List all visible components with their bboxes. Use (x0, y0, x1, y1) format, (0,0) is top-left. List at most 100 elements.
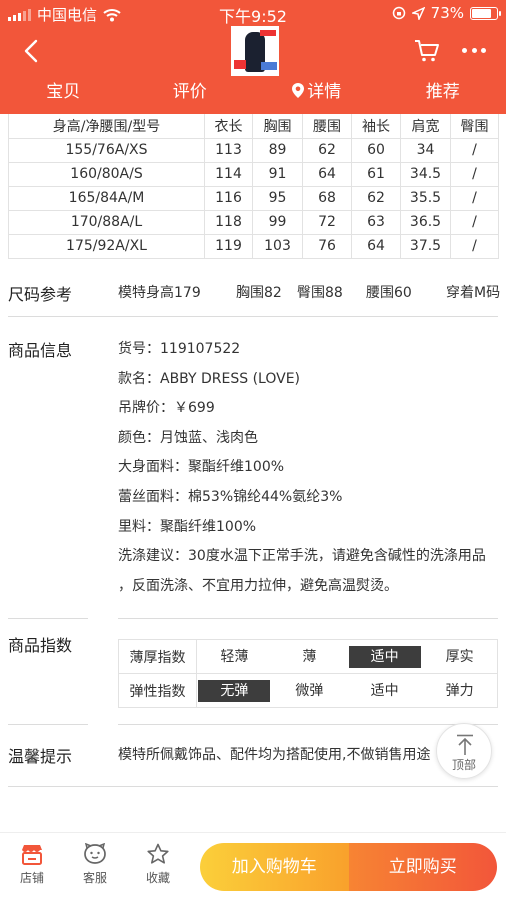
table-cell: / (450, 161, 499, 187)
table-cell: 62 (351, 185, 401, 211)
table-cell: / (450, 209, 499, 235)
table-cell: 119 (204, 233, 253, 259)
info-tag-price: 吊牌价：￥699 (118, 400, 215, 417)
table-row: 175/92A/XL 119 103 76 64 37.5 / (8, 233, 499, 259)
tab-bar: 宝贝 评价 详情 推荐 (0, 76, 506, 114)
index-option: 适中 (370, 682, 399, 699)
table-cell: 116 (204, 185, 253, 211)
table-cell: 34 (400, 137, 451, 163)
index-row-elasticity: 弹性指数 无弹 微弹 适中 弹力 (118, 673, 499, 708)
tab-review[interactable]: 评价 (127, 76, 254, 114)
product-index-table: 薄厚指数 轻薄 薄 适中 厚实 弹性指数 无弹 微弹 适中 弹力 (118, 639, 499, 708)
table-row: 170/88A/L 118 99 72 63 36.5 / (8, 209, 499, 235)
table-cell: 118 (204, 209, 253, 235)
bottom-bar: 店铺 客服 收藏 加入购物车 立即购买 (0, 832, 506, 900)
product-info-label: 商品信息 (8, 341, 73, 360)
table-cell: 89 (252, 137, 303, 163)
index-option-selected: 无弹 (198, 679, 271, 702)
table-cell: 35.5 (400, 185, 451, 211)
index-option: 弹力 (445, 682, 474, 699)
product-info: 货号：119107522 款名：ABBY DRESS (LOVE) 吊牌价：￥6… (118, 339, 498, 605)
index-option: 厚实 (445, 648, 474, 665)
table-cell: 37.5 (400, 233, 451, 259)
table-cell: 155/76A/XS (8, 137, 205, 163)
table-cell: 36.5 (400, 209, 451, 235)
model-hip: 臀围88 (297, 285, 343, 301)
back-to-top-label: 顶部 (451, 758, 476, 772)
table-cell: 165/84A/M (8, 185, 205, 211)
service-icon (84, 843, 106, 864)
table-cell: 175/92A/XL (8, 233, 205, 259)
tab-detail-label: 详情 (307, 82, 342, 102)
store-button[interactable]: 店铺 (7, 843, 57, 886)
size-table-header: 身高/净腰围/型号 衣长 胸围 腰围 袖长 肩宽 臀围 (8, 114, 499, 139)
battery-icon (470, 6, 501, 20)
model-bust: 胸围82 (236, 285, 282, 301)
size-table: 身高/净腰围/型号 衣长 胸围 腰围 袖长 肩宽 臀围 155/76A/XS 1… (8, 114, 499, 259)
favorite-label: 收藏 (145, 871, 170, 885)
header-cell: 臀围 (450, 114, 499, 139)
product-index-label: 商品指数 (8, 636, 73, 655)
tips-text: 模特所佩戴饰品、配件均为搭配使用,不做销售用途 (118, 747, 431, 763)
index-row-thickness: 薄厚指数 轻薄 薄 适中 厚实 (118, 639, 499, 674)
divider (8, 786, 498, 787)
nav-bar (0, 26, 506, 76)
location-pin-icon (292, 83, 305, 98)
divider (8, 618, 88, 619)
index-name: 薄厚指数 (118, 639, 197, 674)
product-thumbnail[interactable] (231, 26, 279, 76)
table-cell: 91 (252, 161, 303, 187)
header-cell: 衣长 (204, 114, 253, 139)
table-cell: 114 (204, 161, 253, 187)
table-cell: / (450, 233, 499, 259)
table-row: 155/76A/XS 113 89 62 60 34 / (8, 137, 499, 163)
battery-percent: 73% (430, 4, 464, 22)
table-cell: 99 (252, 209, 303, 235)
index-option: 微弹 (295, 682, 324, 699)
table-cell: 170/88A/L (8, 209, 205, 235)
more-icon[interactable] (462, 48, 486, 54)
cart-icon[interactable] (414, 39, 440, 63)
index-option: 轻薄 (220, 648, 249, 665)
service-button[interactable]: 客服 (70, 843, 120, 886)
table-cell: 76 (302, 233, 352, 259)
table-cell: 61 (351, 161, 401, 187)
buy-now-button[interactable]: 立即购买 (348, 843, 497, 891)
size-ref-label: 尺码参考 (8, 285, 73, 304)
app-header: 中国电信 下午9:52 73% 宝贝 评价 详情 推荐 (0, 0, 506, 114)
tab-detail[interactable]: 详情 (253, 76, 380, 114)
table-row: 165/84A/M 116 95 68 62 35.5 / (8, 185, 499, 211)
back-arrow-icon[interactable] (20, 38, 44, 64)
store-label: 店铺 (19, 871, 44, 885)
tab-item[interactable]: 宝贝 (0, 76, 127, 114)
header-cell: 身高/净腰围/型号 (8, 114, 205, 139)
table-cell: 34.5 (400, 161, 451, 187)
model-waist: 腰围60 (366, 285, 412, 301)
favorite-button[interactable]: 收藏 (133, 843, 183, 886)
divider (8, 724, 88, 725)
back-to-top-button[interactable]: 顶部 (436, 723, 492, 779)
header-cell: 肩宽 (400, 114, 451, 139)
header-cell: 腰围 (302, 114, 352, 139)
table-cell: 63 (351, 209, 401, 235)
info-color: 颜色：月蚀蓝、浅肉色 (118, 429, 258, 446)
table-cell: 160/80A/S (8, 161, 205, 187)
info-main-fabric: 大身面料：聚酯纤维100% (118, 459, 285, 476)
add-to-cart-button[interactable]: 加入购物车 (200, 843, 349, 891)
table-cell: 103 (252, 233, 303, 259)
service-label: 客服 (82, 871, 107, 885)
model-height: 模特身高179 (118, 285, 201, 301)
table-cell: 95 (252, 185, 303, 211)
table-cell: / (450, 137, 499, 163)
info-sku: 货号：119107522 (118, 341, 241, 357)
action-buttons: 加入购物车 立即购买 (200, 843, 497, 891)
tab-recommend[interactable]: 推荐 (380, 76, 506, 114)
tips-label: 温馨提示 (8, 747, 73, 766)
info-wash-cont: ，反面洗涤、不宜用力拉伸，避免高温熨烫。 (118, 577, 398, 594)
model-size: 穿着M码 (446, 285, 501, 301)
info-lining: 里料：聚酯纤维100% (118, 518, 257, 535)
table-cell: 64 (351, 233, 401, 259)
table-cell: 72 (302, 209, 352, 235)
divider (118, 618, 498, 619)
star-icon (147, 843, 169, 864)
